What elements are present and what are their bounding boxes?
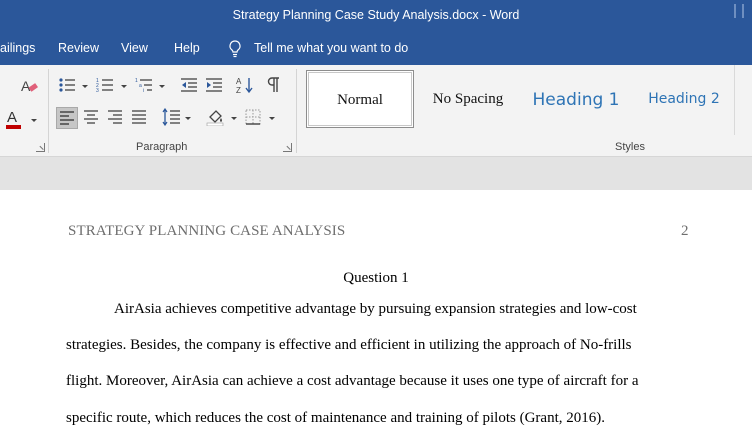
style-heading-2-label: Heading 2 bbox=[648, 91, 720, 107]
paragraph-line: AirAsia achieves competitive advantage b… bbox=[114, 301, 637, 317]
borders-icon[interactable] bbox=[245, 109, 261, 125]
numbering-icon[interactable]: 1 2 3 bbox=[96, 77, 114, 93]
ribbon: A A 1 2 3 1 a i A Z Paragraph Normal No … bbox=[0, 65, 752, 157]
svg-text:A: A bbox=[236, 77, 242, 86]
window-edge bbox=[730, 0, 752, 33]
svg-text:a: a bbox=[139, 83, 142, 89]
tab-help[interactable]: Help bbox=[174, 41, 200, 55]
increase-indent-icon[interactable] bbox=[205, 77, 223, 93]
align-left-icon bbox=[60, 111, 74, 125]
align-left-button[interactable] bbox=[56, 107, 78, 129]
document-page[interactable]: STRATEGY PLANNING CASE ANALYSIS 2 Questi… bbox=[0, 190, 752, 439]
style-heading-1-label: Heading 1 bbox=[532, 90, 620, 110]
page-number: 2 bbox=[681, 223, 689, 239]
style-normal-label: Normal bbox=[337, 92, 383, 108]
multilevel-dropdown-icon[interactable] bbox=[159, 85, 165, 88]
running-head: STRATEGY PLANNING CASE ANALYSIS bbox=[68, 223, 346, 239]
line-spacing-icon[interactable] bbox=[162, 108, 180, 126]
paragraph-line: strategies. Besides, the company is effe… bbox=[66, 337, 632, 353]
question-heading: Question 1 bbox=[343, 270, 409, 286]
clear-formatting-icon[interactable]: A bbox=[20, 77, 38, 95]
document-gap bbox=[0, 157, 752, 190]
ribbon-tabs: ailings Review View Help Tell me what yo… bbox=[0, 33, 752, 65]
font-color-dropdown-icon[interactable] bbox=[31, 119, 37, 122]
tell-me-search[interactable]: Tell me what you want to do bbox=[254, 41, 408, 55]
lightbulb-icon[interactable] bbox=[227, 39, 243, 59]
style-no-spacing[interactable]: No Spacing bbox=[418, 70, 518, 128]
styles-group-label: Styles bbox=[615, 141, 645, 153]
window-title: Strategy Planning Case Study Analysis.do… bbox=[232, 8, 520, 22]
paragraph-dialog-launcher-icon[interactable] bbox=[283, 143, 292, 152]
group-separator bbox=[48, 69, 49, 153]
tab-view[interactable]: View bbox=[121, 41, 148, 55]
line-spacing-dropdown-icon[interactable] bbox=[185, 117, 191, 120]
decrease-indent-icon[interactable] bbox=[180, 77, 198, 93]
paragraph-line: specific route, which reduces the cost o… bbox=[66, 410, 605, 426]
numbering-dropdown-icon[interactable] bbox=[121, 85, 127, 88]
styles-gallery-scroll[interactable] bbox=[734, 65, 752, 135]
paragraph-group-label: Paragraph bbox=[136, 141, 188, 153]
align-center-icon[interactable] bbox=[84, 110, 98, 124]
align-right-icon[interactable] bbox=[108, 110, 122, 124]
justify-icon[interactable] bbox=[132, 110, 146, 124]
svg-text:Z: Z bbox=[236, 86, 241, 94]
title-bar: Strategy Planning Case Study Analysis.do… bbox=[0, 0, 752, 33]
font-dialog-launcher-icon[interactable] bbox=[36, 143, 45, 152]
style-heading-2[interactable]: Heading 2 bbox=[636, 70, 732, 128]
style-heading-1[interactable]: Heading 1 bbox=[524, 70, 628, 128]
style-no-spacing-label: No Spacing bbox=[432, 91, 504, 107]
bullets-dropdown-icon[interactable] bbox=[82, 85, 88, 88]
paragraph-line: flight. Moreover, AirAsia can achieve a … bbox=[66, 373, 639, 389]
shading-icon[interactable] bbox=[206, 108, 224, 126]
group-separator bbox=[296, 69, 297, 153]
svg-text:A: A bbox=[21, 78, 31, 94]
bullets-icon[interactable] bbox=[58, 77, 76, 93]
shading-dropdown-icon[interactable] bbox=[231, 117, 237, 120]
svg-text:3: 3 bbox=[96, 88, 99, 93]
svg-text:1: 1 bbox=[135, 78, 138, 84]
tab-review[interactable]: Review bbox=[58, 41, 99, 55]
sort-icon[interactable]: A Z bbox=[236, 76, 254, 94]
tab-mailings[interactable]: ailings bbox=[0, 41, 35, 55]
borders-dropdown-icon[interactable] bbox=[269, 117, 275, 120]
multilevel-list-icon[interactable]: 1 a i bbox=[135, 77, 153, 93]
svg-text:A: A bbox=[7, 109, 17, 126]
font-color-icon[interactable]: A bbox=[4, 108, 24, 130]
svg-text:i: i bbox=[143, 88, 144, 93]
show-formatting-marks-icon[interactable] bbox=[266, 76, 280, 94]
style-normal[interactable]: Normal bbox=[306, 70, 414, 128]
